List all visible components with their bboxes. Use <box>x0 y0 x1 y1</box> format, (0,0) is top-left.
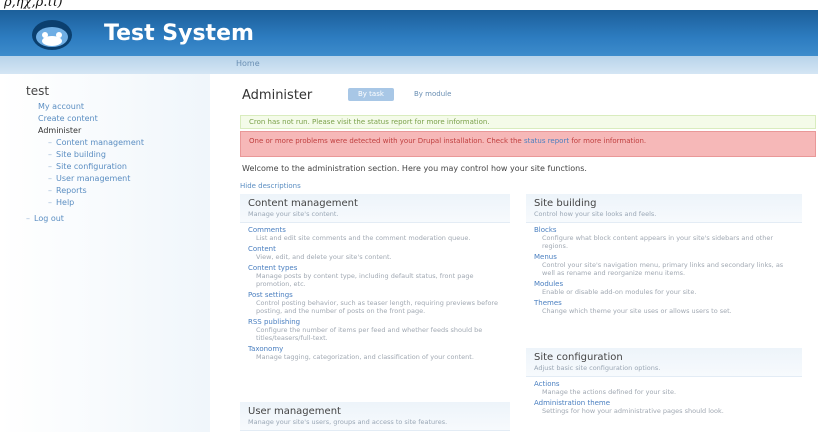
modules-link[interactable]: Modules <box>534 280 794 288</box>
error-message: One or more problems were detected with … <box>240 131 816 157</box>
breadcrumb-bar: Home <box>0 56 818 74</box>
admin-entry: Blocks Configure what block content appe… <box>526 223 802 250</box>
panel-header: Site building Control how your site look… <box>526 194 802 223</box>
actions-link[interactable]: Actions <box>534 380 794 388</box>
bullet-icon: – <box>48 186 52 195</box>
panel-description: Manage your site's users, groups and acc… <box>248 418 448 426</box>
entry-description: Configure the number of items per feed a… <box>256 326 483 342</box>
entry-description: Settings for how your administrative pag… <box>542 407 724 415</box>
panel-description: Adjust basic site configuration options. <box>534 364 661 372</box>
bullet-icon: – <box>26 214 30 223</box>
themes-link[interactable]: Themes <box>534 299 794 307</box>
rss-publishing-link[interactable]: RSS publishing <box>248 318 502 326</box>
panel-description: Manage your site's content. <box>248 210 339 218</box>
site-configuration-panel: Site configuration Adjust basic site con… <box>526 348 802 432</box>
admin-entry: Menus Control your site's navigation men… <box>526 250 802 277</box>
sidebar-item-my-account[interactable]: My account <box>38 102 84 111</box>
admin-entry: Actions Manage the actions defined for y… <box>526 377 802 396</box>
admin-entry: Taxonomy Manage tagging, categorization,… <box>240 342 510 361</box>
bullet-icon: – <box>48 198 52 207</box>
sidebar-item-reports[interactable]: – Reports <box>48 186 87 195</box>
main-content: Administer By task By module Cron has no… <box>224 74 818 432</box>
bullet-icon: – <box>48 162 52 171</box>
panel-title: Content management <box>248 198 358 209</box>
bullet-icon: – <box>48 138 52 147</box>
status-report-link[interactable]: status report <box>524 137 569 145</box>
sidebar-item-site-building[interactable]: – Site building <box>48 150 106 159</box>
entry-description: Manage the actions defined for your site… <box>542 388 677 396</box>
admin-entry: Comments List and edit site comments and… <box>240 223 510 242</box>
entry-description: Configure what block content appears in … <box>542 234 774 250</box>
sidebar-item-content-management[interactable]: – Content management <box>48 138 144 147</box>
sidebar-item-log-out[interactable]: – Log out <box>26 214 64 223</box>
panel-header: User management Manage your site's users… <box>240 402 510 431</box>
admin-entry: Modules Enable or disable add-on modules… <box>526 277 802 296</box>
site-header: Test System <box>0 10 818 56</box>
panel-header: Content management Manage your site's co… <box>240 194 510 223</box>
entry-description: Manage tagging, categorization, and clas… <box>256 353 474 361</box>
user-management-panel: User management Manage your site's users… <box>240 402 510 432</box>
panel-title: User management <box>248 406 341 417</box>
breadcrumb-home[interactable]: Home <box>236 59 260 68</box>
panel-description: Control how your site looks and feels. <box>534 210 657 218</box>
tab-by-task[interactable]: By task <box>348 88 394 101</box>
admin-entry: Themes Change which theme your site uses… <box>526 296 802 315</box>
content-management-panel: Content management Manage your site's co… <box>240 194 510 394</box>
menus-link[interactable]: Menus <box>534 253 794 261</box>
panel-title: Site configuration <box>534 352 623 363</box>
blocks-link[interactable]: Blocks <box>534 226 794 234</box>
entry-description: List and edit site comments and the comm… <box>256 234 471 242</box>
entry-description: Enable or disable add-on modules for you… <box>542 288 697 296</box>
admin-entry: Content View, edit, and delete your site… <box>240 242 510 261</box>
sidebar: test My account Create content Administe… <box>0 74 210 432</box>
entry-description: Control your site's navigation menu, pri… <box>542 261 784 277</box>
site-name[interactable]: Test System <box>104 21 254 46</box>
entry-description: View, edit, and delete your site's conte… <box>256 253 392 261</box>
admin-entry: Administration theme Settings for how yo… <box>526 396 802 415</box>
site-building-panel: Site building Control how your site look… <box>526 194 802 344</box>
comments-link[interactable]: Comments <box>248 226 502 234</box>
admin-entry: Content types Manage posts by content ty… <box>240 261 510 288</box>
panel-header: Site configuration Adjust basic site con… <box>526 348 802 377</box>
sidebar-item-user-management[interactable]: – User management <box>48 174 130 183</box>
entry-description: Control posting behavior, such as teaser… <box>256 299 498 315</box>
content-link[interactable]: Content <box>248 245 502 253</box>
drupal-logo-icon[interactable] <box>30 15 74 51</box>
hide-descriptions-link[interactable]: Hide descriptions <box>240 182 301 190</box>
panel-title: Site building <box>534 198 597 209</box>
bullet-icon: – <box>48 150 52 159</box>
tab-by-module[interactable]: By module <box>404 88 461 101</box>
content-types-link[interactable]: Content types <box>248 264 502 272</box>
page-title: Administer <box>242 88 313 103</box>
admin-entry: RSS publishing Configure the number of i… <box>240 315 510 342</box>
taxonomy-link[interactable]: Taxonomy <box>248 345 502 353</box>
entry-description: Manage posts by content type, including … <box>256 272 474 288</box>
sidebar-item-administer[interactable]: Administer <box>38 126 81 135</box>
admin-entry: Post settings Control posting behavior, … <box>240 288 510 315</box>
bullet-icon: – <box>48 174 52 183</box>
sidebar-item-create-content[interactable]: Create content <box>38 114 98 123</box>
administration-theme-link[interactable]: Administration theme <box>534 399 794 407</box>
welcome-text: Welcome to the administration section. H… <box>242 164 587 173</box>
status-message: Cron has not run. Please visit the statu… <box>240 115 816 129</box>
post-settings-link[interactable]: Post settings <box>248 291 502 299</box>
sidebar-title: test <box>26 84 50 98</box>
sidebar-item-site-configuration[interactable]: – Site configuration <box>48 162 127 171</box>
entry-description: Change which theme your site uses or all… <box>542 307 732 315</box>
sidebar-item-help[interactable]: – Help <box>48 198 74 207</box>
